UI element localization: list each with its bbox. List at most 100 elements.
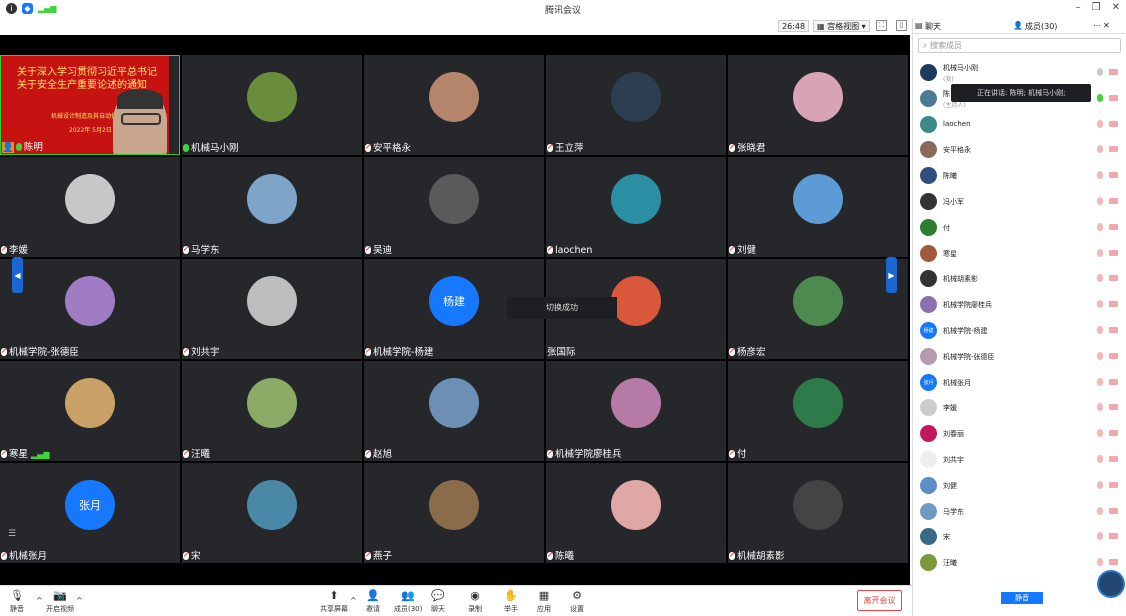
member-row[interactable]: 宋 [913,526,1126,548]
video-tile[interactable]: 刘健 [728,157,908,257]
invite-button[interactable]: 👤 邀请 [366,589,380,614]
minimize-icon[interactable]: – [1076,2,1081,13]
member-row[interactable]: 安平格永 [913,139,1126,161]
member-row[interactable]: 陈曦 [913,165,1126,187]
member-mic-icon[interactable] [1097,351,1103,360]
video-tile[interactable]: 安平格永 [364,55,544,155]
member-mic-icon[interactable] [1097,455,1103,463]
member-row[interactable]: 李媛 [913,397,1126,419]
video-tile[interactable]: 张晓君 [728,55,908,155]
member-row[interactable]: 寒星 [913,243,1126,265]
member-row[interactable]: 刘健 [913,475,1126,497]
tab-members[interactable]: 成员(30) [1025,21,1057,32]
floating-avatar[interactable] [1097,570,1125,598]
member-mic-icon[interactable] [1097,145,1103,154]
member-row[interactable]: 马学东 [913,501,1126,523]
member-camera-icon[interactable] [1109,559,1118,566]
member-camera-icon[interactable] [1109,533,1118,540]
apps-button[interactable]: ▦ 应用 [537,589,551,614]
chat-button[interactable]: 💬 聊天 [431,589,445,614]
leave-meeting-button[interactable]: 离开会议 [857,590,902,611]
restore-icon[interactable]: ❐ [1092,2,1101,13]
fullscreen-icon[interactable]: ⛶ [876,20,887,31]
video-tile[interactable]: laochen [546,157,726,257]
list-icon[interactable]: ☰ [8,529,18,539]
member-search-input[interactable]: ⌕ 搜索成员 [918,38,1121,53]
video-tile[interactable]: 汪曦 [182,361,362,461]
video-tile[interactable]: 王立萍 [546,55,726,155]
video-tile[interactable]: 机械学院廖桂兵 [546,361,726,461]
raise-hand-button[interactable]: ✋ 举手 [504,589,518,614]
member-row[interactable]: 机械马小刚 (我) [913,62,1126,84]
video-tile[interactable]: 付 [728,361,908,461]
member-mic-icon[interactable] [1097,119,1103,128]
video-tile[interactable]: 宋 [182,463,362,563]
video-tile[interactable]: 李媛 [0,157,180,257]
members-button[interactable]: 👥 成员(30) [394,589,422,614]
member-row[interactable]: 杨建 机械学院-杨建 [913,320,1126,342]
prev-page-button[interactable]: ◀ [12,257,23,293]
member-camera-icon[interactable] [1109,120,1118,127]
member-mic-icon[interactable] [1097,274,1103,283]
member-row[interactable]: 刘共宇 [913,449,1126,471]
member-row[interactable]: 机械学院廖桂兵 [913,294,1126,316]
record-button[interactable]: ◉ 录制 [468,589,482,614]
member-mic-icon[interactable] [1097,171,1103,180]
view-switch-button[interactable]: ▦ 宫格视图 ▾ [813,20,870,32]
video-tile[interactable]: 吴迪 [364,157,544,257]
member-mic-icon[interactable] [1097,248,1103,257]
member-camera-icon[interactable] [1109,404,1118,411]
video-tile[interactable]: 张月 机械张月 [0,463,180,563]
mute-options-arrow[interactable]: ^ [36,596,43,605]
member-camera-icon[interactable] [1109,172,1118,179]
member-row[interactable]: 冯小军 [913,191,1126,213]
member-camera-icon[interactable] [1109,198,1118,204]
video-options-arrow[interactable]: ^ [76,596,83,605]
member-camera-icon[interactable] [1109,352,1118,359]
member-mic-icon[interactable] [1097,326,1103,334]
chat-tab-icon[interactable]: ▤ [915,21,923,30]
member-row[interactable]: laochen [913,114,1126,136]
mute-button[interactable]: 🎙 静音 [10,589,24,614]
member-mic-icon[interactable] [1097,222,1103,231]
member-camera-icon[interactable] [1109,301,1118,308]
video-tile[interactable]: 陈曦 [546,463,726,563]
member-camera-icon[interactable] [1109,146,1118,153]
member-mic-icon[interactable] [1097,558,1103,567]
member-row[interactable]: 付 [913,217,1126,239]
member-camera-icon[interactable] [1109,94,1118,101]
member-camera-icon[interactable] [1109,223,1118,230]
member-mic-icon[interactable] [1097,532,1103,541]
member-mic-icon[interactable] [1097,93,1103,102]
member-camera-icon[interactable] [1109,507,1118,514]
video-button[interactable]: 📷 开启视频 [46,589,74,614]
member-mic-icon[interactable] [1097,506,1103,515]
video-tile[interactable]: 刘共宇 [182,259,362,359]
video-tile[interactable]: 机械胡素影 [728,463,908,563]
video-tile[interactable]: 寒星 ▂▄▆ [0,361,180,461]
sidebar-toggle-icon[interactable]: ▯ [896,20,907,31]
member-camera-icon[interactable] [1109,456,1118,462]
video-tile[interactable]: 马学东 [182,157,362,257]
settings-button[interactable]: ⚙ 设置 [570,589,584,614]
tab-chat[interactable]: 聊天 [925,21,941,32]
member-camera-icon[interactable] [1109,430,1118,437]
member-camera-icon[interactable] [1109,378,1118,385]
member-mic-icon[interactable] [1097,429,1103,438]
close-icon[interactable]: ✕ [1112,2,1120,13]
member-camera-icon[interactable] [1109,275,1118,282]
video-tile[interactable]: 机械马小刚 [182,55,362,155]
video-tile[interactable]: 燕子 [364,463,544,563]
member-mic-icon[interactable] [1097,300,1103,309]
member-camera-icon[interactable] [1109,69,1118,75]
next-page-button[interactable]: ▶ [886,257,897,293]
member-row[interactable]: 机械胡素影 [913,268,1126,290]
member-mic-icon[interactable] [1097,68,1103,76]
share-screen-button[interactable]: ⬆ 共享屏幕 [320,589,348,614]
more-icon[interactable]: ⋯ [1093,21,1101,30]
video-tile[interactable]: 机械学院-张德臣 [0,259,180,359]
member-mic-icon[interactable] [1097,377,1103,386]
close-panel-icon[interactable]: ✕ [1103,21,1110,30]
video-tile[interactable]: 关于深入学习贯彻习近平总书记 关于安全生产重要论述的通知 机械设计制造及其自动化 20… [0,55,180,155]
member-mic-icon[interactable] [1097,197,1103,205]
